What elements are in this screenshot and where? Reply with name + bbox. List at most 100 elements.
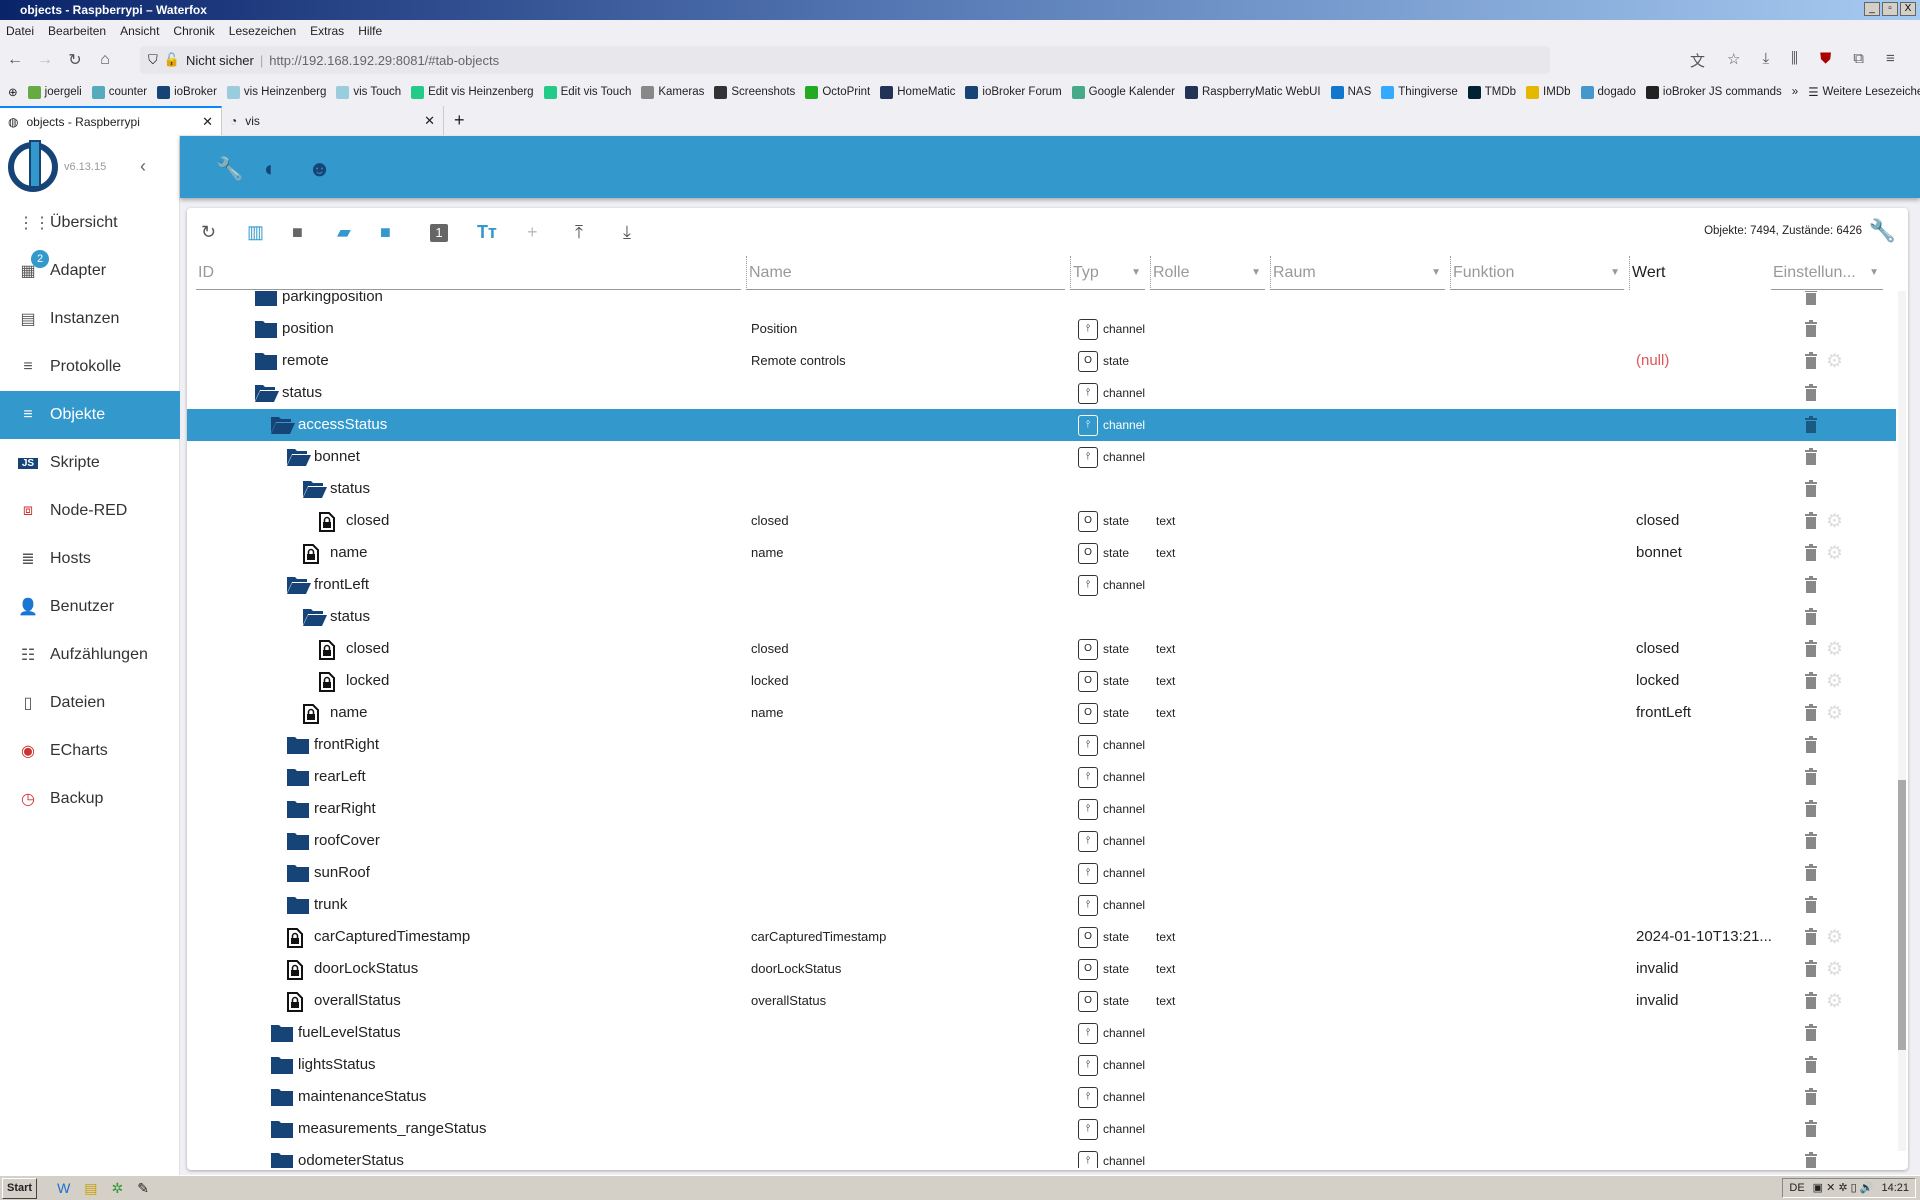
delete-icon[interactable] (1805, 544, 1817, 561)
delete-icon[interactable] (1805, 320, 1817, 337)
delete-icon[interactable] (1805, 576, 1817, 593)
delete-icon[interactable] (1805, 352, 1817, 369)
explorer-taskbar-icon[interactable]: ▤ (84, 1180, 97, 1197)
collapse-all-icon[interactable]: ■ (380, 222, 391, 243)
name-filter[interactable]: Name (746, 256, 1065, 290)
collapse-sidebar-icon[interactable]: ‹ (140, 156, 146, 177)
sidebar-item-echarts[interactable]: ◉ ECharts (0, 727, 180, 775)
close-button[interactable]: X (1900, 2, 1916, 16)
bookmark-item[interactable]: Edit vis Heinzenberg (411, 85, 534, 99)
table-row[interactable]: frontLeft ⫯ channel (187, 569, 1896, 601)
sidebar-item-benutzer[interactable]: 👤 Benutzer (0, 583, 180, 631)
delete-icon[interactable] (1805, 640, 1817, 657)
type-filter[interactable]: Typ ▼ (1070, 256, 1145, 290)
delete-icon[interactable] (1805, 448, 1817, 465)
object-value[interactable]: closed (1636, 505, 1679, 537)
menu-item-ansicht[interactable]: Ansicht (120, 24, 159, 38)
bookmark-item[interactable]: NAS (1330, 85, 1371, 99)
delete-icon[interactable] (1805, 384, 1817, 401)
delete-icon[interactable] (1805, 992, 1817, 1009)
delete-icon[interactable] (1805, 864, 1817, 881)
table-row[interactable]: fuelLevelStatus ⫯ channel (187, 1017, 1896, 1049)
object-value[interactable]: invalid (1636, 953, 1679, 985)
download-icon[interactable]: ⤓ (623, 222, 631, 243)
delete-icon[interactable] (1805, 1088, 1817, 1105)
settings-gear-icon[interactable]: ⚙ (1826, 958, 1843, 981)
menu-item-hilfe[interactable]: Hilfe (358, 24, 382, 38)
table-row[interactable]: rearLeft ⫯ channel (187, 761, 1896, 793)
object-value[interactable]: bonnet (1636, 537, 1682, 569)
delete-icon[interactable] (1805, 512, 1817, 529)
app-taskbar-icon[interactable]: ✲ (112, 1180, 124, 1197)
sidebar-item-instanzen[interactable]: ▤ Instanzen (0, 295, 180, 343)
delete-icon[interactable] (1805, 736, 1817, 753)
bookmark-item[interactable]: dogado (1580, 85, 1636, 99)
bookmark-item[interactable]: IMDb (1526, 85, 1571, 99)
settings-filter[interactable]: Einstellun... ▼ (1771, 256, 1883, 290)
bookmark-star-icon[interactable]: ☆ (1727, 50, 1740, 71)
theme-icon[interactable]: ◐ (264, 156, 277, 182)
bookmark-item[interactable]: vis Touch (336, 85, 401, 99)
function-filter[interactable]: Funktion ▼ (1450, 256, 1624, 290)
download-icon[interactable]: ⤓ (1762, 50, 1769, 71)
delete-icon[interactable] (1805, 416, 1817, 433)
table-row[interactable]: status (187, 473, 1896, 505)
delete-icon[interactable] (1805, 1120, 1817, 1137)
room-filter[interactable]: Raum ▼ (1270, 256, 1445, 290)
refresh-icon[interactable]: ↻ (201, 222, 216, 243)
delete-icon[interactable] (1805, 1024, 1817, 1041)
expand-all-icon[interactable]: ▰ (337, 222, 351, 243)
table-row[interactable]: remote Remote controls Ostate (null) ⚙ (187, 345, 1896, 377)
add-icon[interactable]: + (527, 222, 538, 243)
upload-icon[interactable]: ⤒ (575, 222, 583, 243)
table-row[interactable]: accessStatus ⫯ channel (187, 409, 1896, 441)
settings-gear-icon[interactable]: ⚙ (1826, 350, 1843, 373)
table-row[interactable]: closed closed Ostate text closed ⚙ (187, 633, 1896, 665)
sidebar-item-nodered[interactable]: ⧈ Node-RED (0, 487, 180, 535)
new-tab-button[interactable]: + (444, 106, 475, 135)
bookmark-item[interactable]: joergeli (27, 85, 82, 99)
columns-icon[interactable]: ▥ (247, 222, 264, 243)
object-value[interactable]: frontLeft (1636, 697, 1691, 729)
delete-icon[interactable] (1805, 768, 1817, 785)
table-row[interactable]: position Position ⫯ channel (187, 313, 1896, 345)
menu-item-chronik[interactable]: Chronik (173, 24, 214, 38)
table-row[interactable]: carCapturedTimestamp carCapturedTimestamp… (187, 921, 1896, 953)
delete-icon[interactable] (1805, 672, 1817, 689)
delete-icon[interactable] (1805, 800, 1817, 817)
sidebar-item-objekte[interactable]: ≡ Objekte (0, 391, 180, 439)
bookmark-item[interactable]: Edit vis Touch (543, 85, 631, 99)
settings-gear-icon[interactable]: ⚙ (1826, 638, 1843, 661)
object-value[interactable]: closed (1636, 633, 1679, 665)
hamburger-menu-icon[interactable]: ≡ (1886, 50, 1895, 71)
menu-item-lesezeichen[interactable]: Lesezeichen (229, 24, 296, 38)
table-row[interactable]: odometerStatus ⫯ channel (187, 1145, 1896, 1168)
table-row[interactable]: locked locked Ostate text locked ⚙ (187, 665, 1896, 697)
bookmark-item[interactable]: ioBroker (157, 85, 217, 99)
bookmark-item[interactable]: Google Kalender (1071, 85, 1175, 99)
delete-icon[interactable] (1805, 608, 1817, 625)
menu-item-bearbeiten[interactable]: Bearbeiten (48, 24, 106, 38)
table-row[interactable]: closed closed Ostate text closed ⚙ (187, 505, 1896, 537)
restore-button[interactable]: ▫ (1882, 2, 1898, 16)
sidebar-item-backup[interactable]: ◷ Backup (0, 775, 180, 823)
close-tab-icon[interactable]: ✕ (424, 113, 435, 129)
sidebar-item-skripte[interactable]: JS Skripte (0, 439, 180, 487)
delete-icon[interactable] (1805, 896, 1817, 913)
sidebar-item-aufzählungen[interactable]: ☷ Aufzählungen (0, 631, 180, 679)
other-bookmarks[interactable]: ☰ Weitere Lesezeichen (1808, 85, 1920, 99)
table-row[interactable]: sunRoof ⫯ channel (187, 857, 1896, 889)
table-row[interactable]: name name Ostate text bonnet ⚙ (187, 537, 1896, 569)
bookmark-item[interactable]: OctoPrint (805, 85, 870, 99)
delete-icon[interactable] (1805, 291, 1817, 305)
object-value[interactable]: (null) (1636, 345, 1669, 377)
bookmark-item[interactable]: counter (91, 85, 147, 99)
settings-gear-icon[interactable]: ⚙ (1826, 702, 1843, 725)
url-bar[interactable]: ⛉ 🔓 Nicht sicher | http://192.168.192.29… (140, 46, 1550, 74)
table-row[interactable]: parkingposition (187, 291, 1896, 313)
bookmark-item[interactable]: ioBroker JS commands (1645, 85, 1782, 99)
bookmark-item[interactable]: TMDb (1467, 85, 1516, 99)
object-value[interactable]: invalid (1636, 985, 1679, 1017)
back-icon[interactable]: ← (0, 51, 30, 69)
library-icon[interactable]: ⫼ (1791, 50, 1798, 71)
